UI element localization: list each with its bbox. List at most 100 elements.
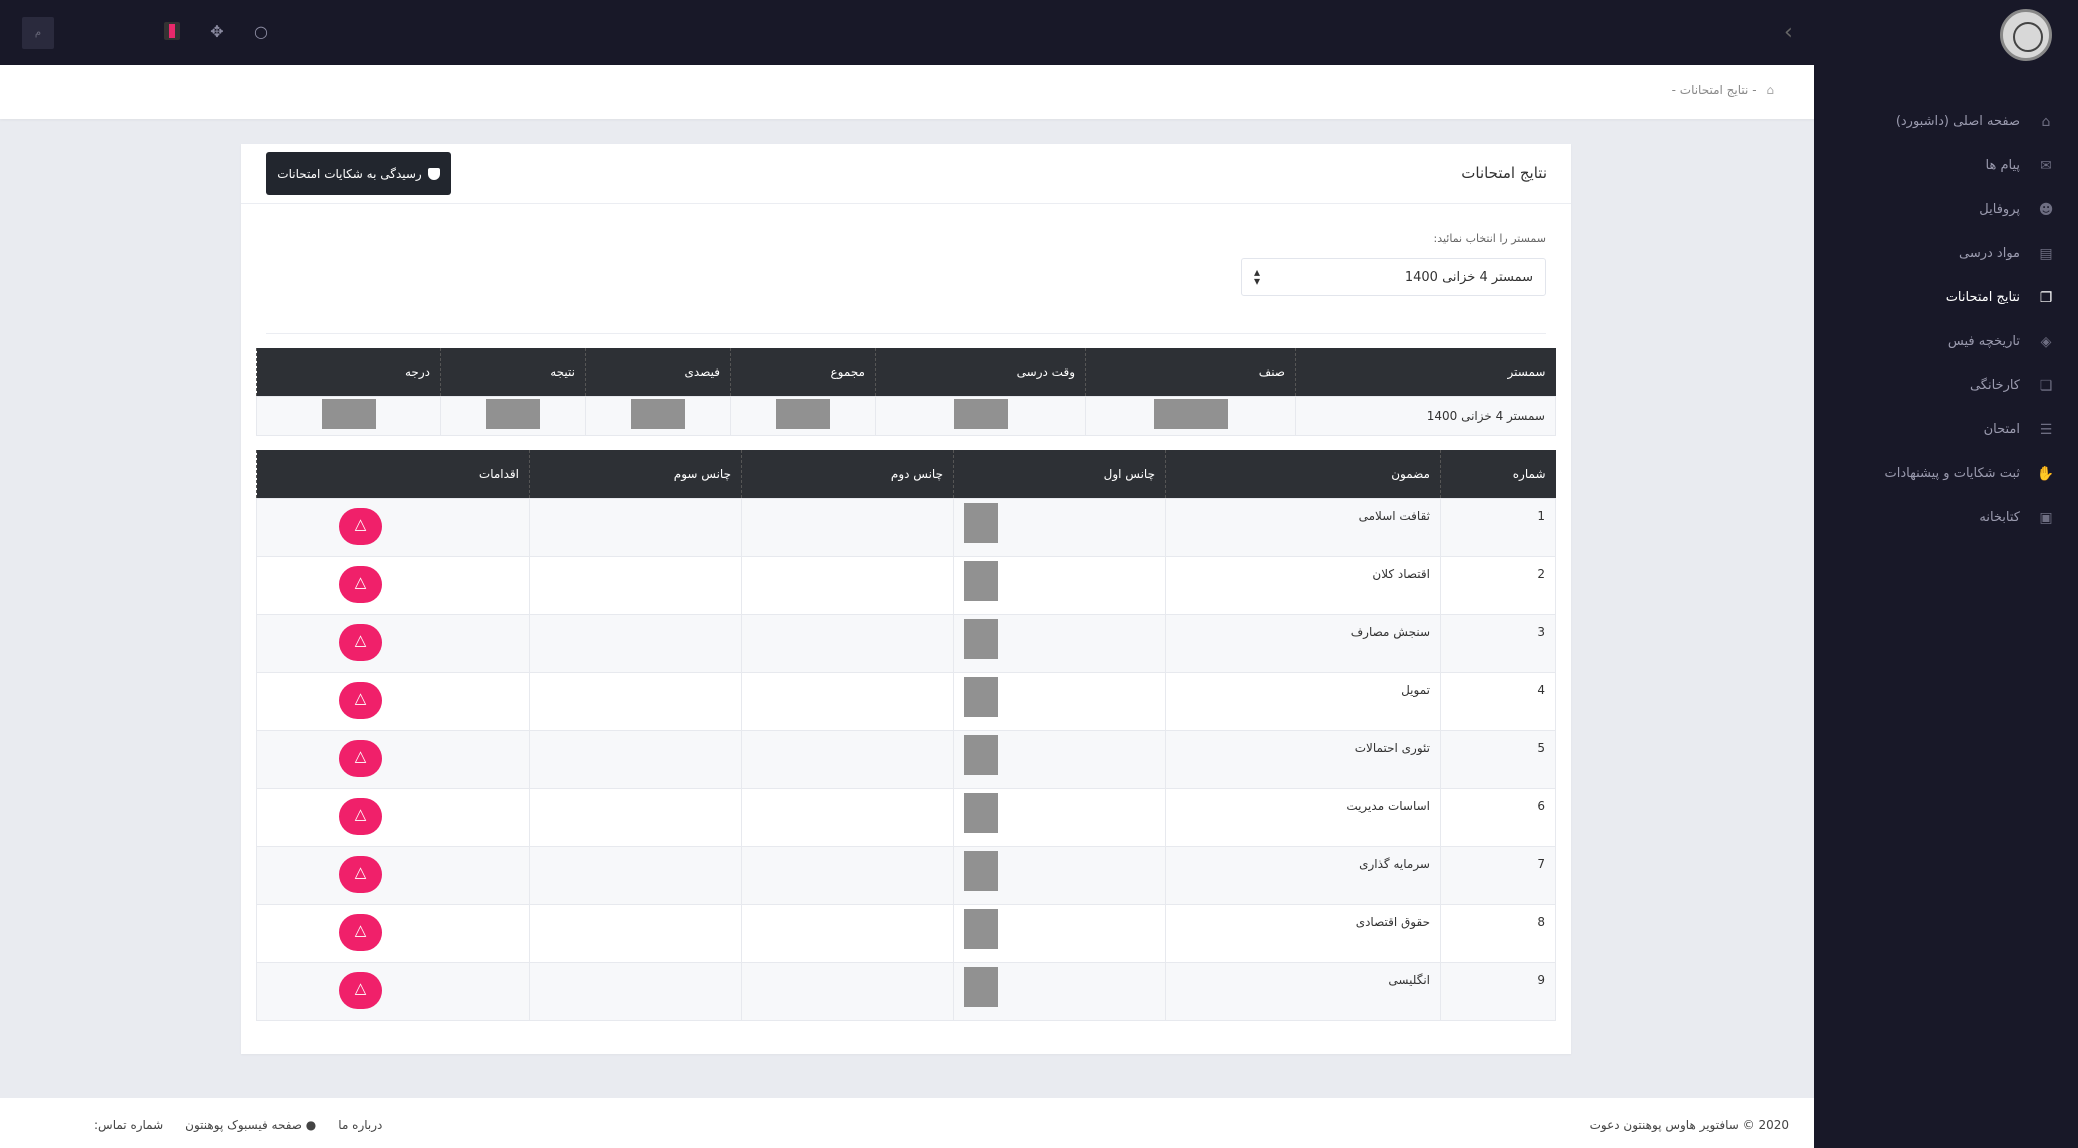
sidebar-item-9[interactable]: ▣ کتابخانه — [1814, 496, 2078, 540]
summary-percent-value — [585, 395, 731, 436]
results-header-2: چانس اول — [953, 450, 1166, 498]
second-chance-score — [741, 961, 954, 1021]
third-chance-score — [529, 613, 742, 673]
sidebar-icon: ▣ — [2039, 510, 2053, 526]
exam-complaints-label: رسیدگی به شکایات امتحانات — [277, 166, 422, 181]
breadcrumb: ⌂ - نتایج امتحانات - — [1672, 83, 1774, 97]
table-row: 7 سرمایه گذاری △ — [256, 845, 1556, 905]
row-actions: △ — [256, 497, 530, 557]
row-subject: سرمایه گذاری — [1165, 845, 1441, 905]
subject-results-table: شماره مضمون چانس اول چانس دوم چانس سوم اقداما… — [256, 450, 1556, 1021]
row-number: 9 — [1440, 961, 1556, 1021]
search-icon[interactable]: ○ — [251, 22, 271, 42]
row-subject: تئوری احتمالات — [1165, 729, 1441, 789]
complaint-warning-button[interactable]: △ — [339, 507, 382, 545]
third-chance-score — [529, 903, 742, 963]
row-subject: تمویل — [1165, 671, 1441, 731]
sidebar-nav: ⌂ صفحه اصلی (داشبورد) ✉ پیام ها ☻ پروفایل ▤ موا… — [1814, 100, 2078, 540]
third-chance-score — [529, 497, 742, 557]
complaint-warning-button[interactable]: △ — [339, 913, 382, 951]
about-link[interactable]: درباره ما — [338, 1118, 382, 1132]
row-subject: ثقافت اسلامی — [1165, 497, 1441, 557]
sidebar-icon: ◈ — [2040, 334, 2052, 350]
sidebar-item-7[interactable]: ☰ امتحان — [1814, 408, 2078, 452]
home-icon[interactable]: ⌂ — [1766, 83, 1774, 97]
warning-icon: △ — [354, 688, 367, 707]
summary-header-6: درجه — [256, 348, 441, 396]
row-actions: △ — [256, 729, 530, 789]
row-number: 4 — [1440, 671, 1556, 731]
sidebar-item-label: پروفایل — [1979, 202, 2020, 217]
second-chance-score — [741, 497, 954, 557]
warning-icon: △ — [354, 978, 367, 997]
flag-icon[interactable] — [164, 22, 180, 40]
sidebar-item-label: تاریخچه فیس — [1947, 334, 2020, 349]
third-chance-score — [529, 961, 742, 1021]
apps-icon[interactable]: ✥ — [207, 22, 227, 42]
footer-links: درباره ما ● صفحه فیسبوک پوهنتون شماره تم… — [94, 1118, 382, 1132]
table-row: 6 اساسات مدیریت △ — [256, 787, 1556, 847]
sidebar-item-label: ثبت شکایات و پیشنهادات — [1884, 466, 2020, 481]
warning-icon: △ — [354, 630, 367, 649]
user-initial: م — [34, 27, 42, 38]
sidebar-icon: ✉ — [2040, 158, 2052, 174]
sidebar-item-3[interactable]: ▤ مواد درسی — [1814, 232, 2078, 276]
summary-header-2: وقت درسی — [875, 348, 1086, 396]
table-row: 2 اقتصاد کلان △ — [256, 555, 1556, 615]
results-header-0: شماره — [1440, 450, 1556, 498]
sidebar-item-5[interactable]: ◈ تاریخچه فیس — [1814, 320, 2078, 364]
summary-semester: سمستر 4 خزانی 1400 — [1295, 395, 1556, 436]
copyright-text: 2020 © سافتویر هاوس پوهنتون دعوت — [1589, 1118, 1789, 1132]
sidebar-item-1[interactable]: ✉ پیام ها — [1814, 144, 2078, 188]
sidebar-item-label: مواد درسی — [1958, 246, 2020, 261]
sidebar-item-2[interactable]: ☻ پروفایل — [1814, 188, 2078, 232]
second-chance-score — [741, 845, 954, 905]
first-chance-score — [953, 555, 1166, 615]
table-row: 4 تمویل △ — [256, 671, 1556, 731]
summary-hours-value — [875, 395, 1086, 436]
sidebar-collapse-icon[interactable]: ‹ — [1784, 20, 1793, 45]
row-actions: △ — [256, 845, 530, 905]
warning-icon: △ — [354, 514, 367, 533]
table-row: 9 انگلیسی △ — [256, 961, 1556, 1021]
sidebar-item-4[interactable]: ❐ نتایج امتحانات — [1814, 276, 2078, 320]
first-chance-score — [953, 845, 1166, 905]
complaint-warning-button[interactable]: △ — [339, 797, 382, 835]
semester-select-label: سمستر را انتخاب نمائید: — [1433, 232, 1546, 245]
second-chance-score — [741, 903, 954, 963]
exam-results-card: نتایج امتحانات رسیدگی به شکایات امتحانات… — [241, 144, 1571, 1054]
table-row: 5 تئوری احتمالات △ — [256, 729, 1556, 789]
first-chance-score — [953, 671, 1166, 731]
sidebar-item-8[interactable]: ✋ ثبت شکایات و پیشنهادات — [1814, 452, 2078, 496]
row-number: 7 — [1440, 845, 1556, 905]
sidebar-item-label: پیام ها — [1985, 158, 2021, 173]
top-bar: م ✥ ○ — [0, 0, 1814, 65]
user-avatar-button[interactable]: م — [22, 17, 54, 49]
third-chance-score — [529, 555, 742, 615]
select-arrows-icon: ▴ ▾ — [1254, 265, 1261, 288]
table-row: 3 سنجش مصارف △ — [256, 613, 1556, 673]
sidebar-item-6[interactable]: ❏ کارخانگی — [1814, 364, 2078, 408]
university-logo[interactable] — [2000, 9, 2052, 61]
semester-select[interactable]: سمستر 4 خزانی 1400 ▴ ▾ — [1241, 258, 1546, 296]
breadcrumb-separator-tail: - — [1671, 83, 1676, 97]
sidebar-item-0[interactable]: ⌂ صفحه اصلی (داشبورد) — [1814, 100, 2078, 144]
row-number: 8 — [1440, 903, 1556, 963]
warning-icon: △ — [354, 572, 367, 591]
complaint-warning-button[interactable]: △ — [339, 623, 382, 661]
complaint-warning-button[interactable]: △ — [339, 681, 382, 719]
breadcrumb-current[interactable]: نتایج امتحانات — [1680, 83, 1749, 97]
third-chance-score — [529, 787, 742, 847]
complaint-warning-button[interactable]: △ — [339, 855, 382, 893]
third-chance-score — [529, 845, 742, 905]
complaint-warning-button[interactable]: △ — [339, 971, 382, 1009]
card-title: نتایج امتحانات — [1461, 164, 1547, 182]
facebook-link[interactable]: ● صفحه فیسبوک پوهنتون — [185, 1118, 316, 1132]
summary-total-value — [730, 395, 876, 436]
card-header: نتایج امتحانات رسیدگی به شکایات امتحانات — [241, 144, 1571, 204]
summary-header-3: مجموع — [730, 348, 876, 396]
complaint-warning-button[interactable]: △ — [339, 565, 382, 603]
exam-complaints-button[interactable]: رسیدگی به شکایات امتحانات — [266, 152, 451, 195]
complaint-warning-button[interactable]: △ — [339, 739, 382, 777]
second-chance-score — [741, 613, 954, 673]
